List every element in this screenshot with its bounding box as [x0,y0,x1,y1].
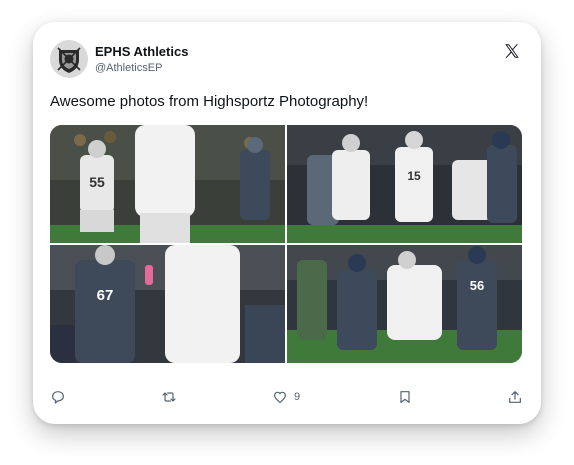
account-handle[interactable]: @AthleticsEP [95,62,162,74]
photo-2[interactable]: 15 [287,125,522,243]
action-bar: 9 [50,386,522,408]
jersey-number: 56 [470,278,484,293]
account-avatar[interactable] [50,40,88,78]
jersey-number: 15 [407,169,421,183]
retweet-button[interactable] [161,386,183,408]
heart-icon [274,391,286,403]
share-button[interactable] [507,386,523,408]
x-logo-icon[interactable] [503,42,521,60]
like-button[interactable]: 9 [272,386,300,408]
jersey-number: 67 [97,287,114,304]
bookmark-icon [400,391,410,403]
account-name[interactable]: EPHS Athletics [95,44,188,59]
photo-grid: 55 15 67 56 [50,125,522,363]
photo-3[interactable]: 67 [50,245,285,363]
upload-arrow-icon [509,391,521,403]
photo-1[interactable]: 55 [50,125,285,243]
photo-4[interactable]: 56 [287,245,522,363]
speech-bubble-icon [52,391,64,404]
raiders-shield-icon [50,40,88,78]
reply-button[interactable] [50,386,72,408]
jersey-number: 55 [89,174,105,190]
bookmark-button[interactable] [397,386,413,408]
retweet-arrows-icon [162,392,176,402]
post-text: Awesome photos from Highsportz Photograp… [50,93,369,110]
tweet-card: EPHS Athletics @AthleticsEP Awesome phot… [33,22,541,424]
like-count: 9 [294,391,301,403]
